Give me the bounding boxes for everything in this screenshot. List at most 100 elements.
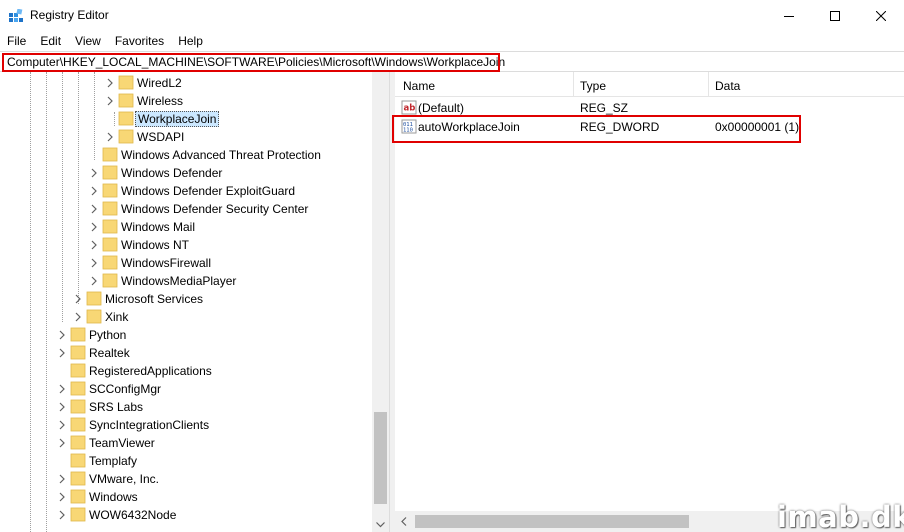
menu-bar: File Edit View Favorites Help [0, 31, 904, 51]
folder-icon [70, 507, 86, 522]
column-header-type[interactable]: Type [580, 79, 606, 93]
tree-item-label: VMware, Inc. [89, 472, 160, 486]
tree-item[interactable]: Windows Defender Security Center [0, 200, 372, 218]
scroll-left-arrow-icon[interactable] [401, 517, 407, 526]
values-list[interactable]: Name Type Data ab (Default) REG_SZ 011 1… [392, 72, 904, 532]
value-name: (Default) [418, 101, 465, 115]
watermark: imab.dk [777, 500, 904, 532]
folder-icon [102, 165, 118, 180]
folder-icon [70, 345, 86, 360]
tree-item[interactable]: Templafy [0, 452, 372, 470]
chevron-right-icon[interactable] [58, 438, 66, 448]
folder-icon [70, 453, 86, 468]
tree-item[interactable]: Xink [0, 308, 372, 326]
menu-favorites[interactable]: Favorites [108, 31, 171, 51]
tree-item-label: TeamViewer [89, 436, 155, 450]
chevron-right-icon[interactable] [58, 510, 66, 520]
minimize-button[interactable] [766, 0, 812, 31]
column-header-data[interactable]: Data [715, 79, 740, 93]
tree-item[interactable]: SCConfigMgr [0, 380, 372, 398]
chevron-right-icon[interactable] [58, 384, 66, 394]
chevron-right-icon[interactable] [90, 276, 98, 286]
tree-item[interactable]: Windows Mail [0, 218, 372, 236]
maximize-icon [830, 10, 840, 21]
chevron-right-icon[interactable] [90, 186, 98, 196]
tree-item[interactable]: WindowsFirewall [0, 254, 372, 272]
chevron-right-icon[interactable] [58, 492, 66, 502]
folder-icon [118, 129, 134, 144]
chevron-right-icon[interactable] [74, 294, 82, 304]
value-name: autoWorkplaceJoin [418, 120, 520, 134]
chevron-right-icon[interactable] [58, 402, 66, 412]
maximize-button[interactable] [812, 0, 858, 31]
tree-item-label: SCConfigMgr [89, 382, 162, 396]
list-row-autoworkplacejoin[interactable]: 011 110 autoWorkplaceJoin REG_DWORD 0x00… [392, 115, 904, 143]
tree-item-label: RegisteredApplications [89, 364, 212, 378]
value-data: 0x00000001 (1) [715, 120, 800, 134]
tree-item[interactable]: SRS Labs [0, 398, 372, 416]
tree-item[interactable]: Realtek [0, 344, 372, 362]
tree-item[interactable]: Windows Advanced Threat Protection [0, 146, 372, 164]
column-separator[interactable] [573, 72, 574, 97]
tree-item[interactable]: WindowsMediaPlayer [0, 272, 372, 290]
chevron-right-icon[interactable] [90, 240, 98, 250]
chevron-right-icon[interactable] [90, 258, 98, 268]
chevron-right-icon[interactable] [58, 348, 66, 358]
menu-view[interactable]: View [68, 31, 108, 51]
tree-item[interactable]: WiredL2 [0, 74, 372, 92]
list-scroll-thumb[interactable] [415, 515, 689, 528]
tree-item[interactable]: Microsoft Services [0, 290, 372, 308]
tree-item-label: WSDAPI [137, 130, 185, 144]
menu-edit[interactable]: Edit [33, 31, 68, 51]
tree-item[interactable]: SyncIntegrationClients [0, 416, 372, 434]
tree-item[interactable]: Windows NT [0, 236, 372, 254]
value-type: REG_DWORD [580, 120, 660, 134]
tree-item-label: WindowsFirewall [121, 256, 212, 270]
address-bar[interactable]: Computer\HKEY_LOCAL_MACHINE\SOFTWARE\Pol… [0, 51, 904, 72]
registry-editor-icon [9, 9, 23, 22]
chevron-right-icon[interactable] [74, 312, 82, 322]
folder-icon [70, 327, 86, 342]
menu-file[interactable]: File [0, 31, 33, 51]
tree-item[interactable]: Windows [0, 488, 372, 506]
chevron-right-icon[interactable] [58, 420, 66, 430]
chevron-right-icon[interactable] [106, 96, 114, 106]
list-header: Name Type Data [395, 72, 904, 97]
chevron-right-icon[interactable] [90, 222, 98, 232]
tree-item[interactable]: WSDAPI [0, 128, 372, 146]
chevron-right-icon[interactable] [58, 474, 66, 484]
folder-icon [70, 489, 86, 504]
tree-item-label: Windows NT [121, 238, 190, 252]
key-tree[interactable]: WiredL2 Wireless WorkplaceJoin WSDAPI Window… [0, 72, 390, 532]
tree-item[interactable]: WorkplaceJoin [0, 110, 372, 128]
chevron-right-icon[interactable] [58, 330, 66, 340]
tree-item-label: Windows Defender ExploitGuard [121, 184, 296, 198]
scroll-down-arrow-icon[interactable] [376, 522, 385, 528]
tree-vertical-scrollbar[interactable] [372, 72, 389, 532]
menu-help[interactable]: Help [171, 31, 210, 51]
folder-icon [70, 381, 86, 396]
chevron-right-icon[interactable] [106, 78, 114, 88]
folder-icon [102, 237, 118, 252]
chevron-right-icon[interactable] [90, 204, 98, 214]
tree-scroll-thumb[interactable] [374, 412, 387, 504]
tree-item[interactable]: Windows Defender ExploitGuard [0, 182, 372, 200]
title-bar: Registry Editor [0, 0, 904, 31]
tree-item-label: Xink [105, 310, 129, 324]
close-button[interactable] [858, 0, 904, 31]
tree-item-label: Windows Defender [121, 166, 223, 180]
tree-item[interactable]: Windows Defender [0, 164, 372, 182]
tree-item[interactable]: WOW6432Node [0, 506, 372, 524]
tree-item[interactable]: Python [0, 326, 372, 344]
column-header-name[interactable]: Name [403, 79, 435, 93]
tree-item-label: Windows Defender Security Center [121, 202, 309, 216]
tree-item-label: Windows Mail [121, 220, 196, 234]
tree-item[interactable]: RegisteredApplications [0, 362, 372, 380]
tree-item[interactable]: VMware, Inc. [0, 470, 372, 488]
column-separator[interactable] [708, 72, 709, 97]
chevron-right-icon[interactable] [90, 168, 98, 178]
folder-icon [102, 201, 118, 216]
tree-item[interactable]: TeamViewer [0, 434, 372, 452]
chevron-right-icon[interactable] [106, 132, 114, 142]
tree-item[interactable]: Wireless [0, 92, 372, 110]
